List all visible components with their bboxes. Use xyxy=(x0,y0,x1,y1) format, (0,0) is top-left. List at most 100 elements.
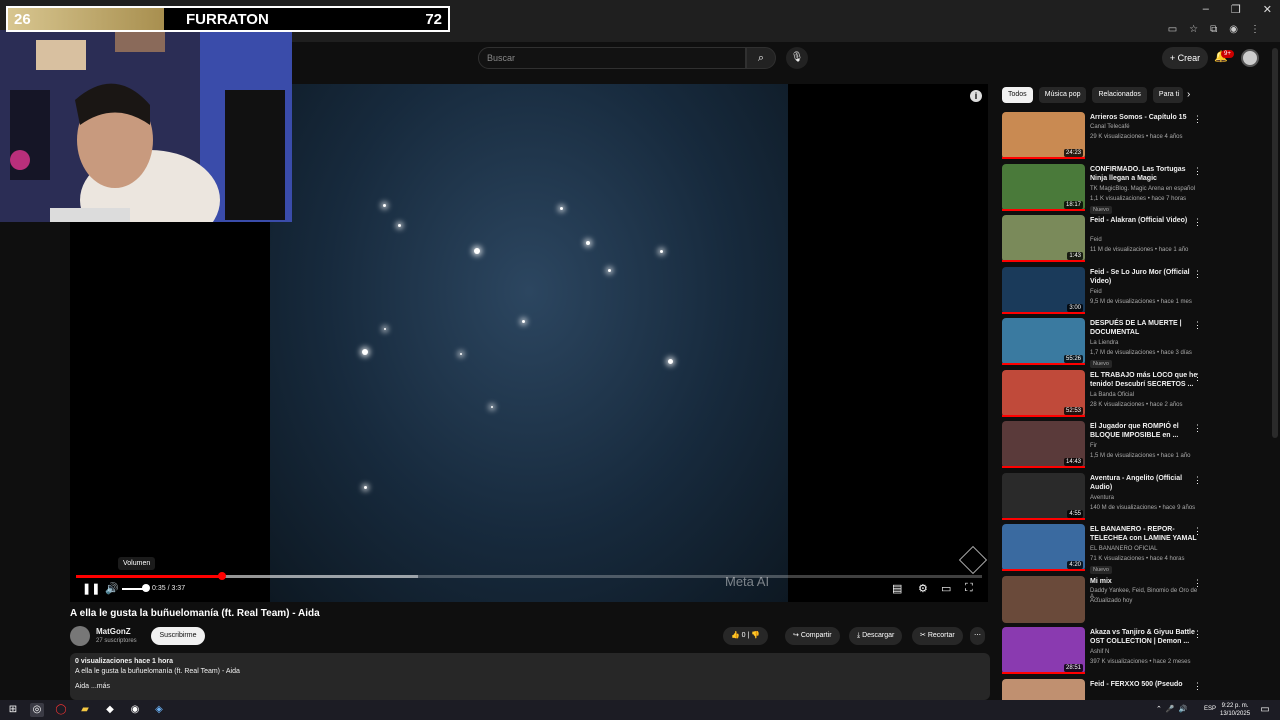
fullscreen-icon[interactable]: ⛶ xyxy=(965,582,973,595)
rec-channel[interactable]: Ashif N xyxy=(1090,649,1109,655)
language-indicator[interactable]: ESP xyxy=(1204,706,1216,712)
thumbnail[interactable]: 3:00 xyxy=(1002,266,1085,314)
list-item[interactable]: 18:17 CONFIRMADO. Las Tortugas Ninja lleg… xyxy=(1002,163,1206,216)
system-tray[interactable]: ⌃🎤🔊 xyxy=(1156,705,1191,713)
notifications-icon[interactable]: ▭ xyxy=(1258,703,1272,717)
gear-icon[interactable]: ⚙ xyxy=(918,582,928,595)
rec-title[interactable]: Mi mix xyxy=(1090,577,1198,586)
thumbnail[interactable]: 52:53 xyxy=(1002,369,1085,417)
subscribe-button[interactable]: Suscribirme xyxy=(151,627,205,645)
rec-channel[interactable]: Aventura xyxy=(1090,495,1114,501)
create-button[interactable]: + Crear xyxy=(1162,47,1208,69)
clip-button[interactable]: ✂ Recortar xyxy=(912,627,963,645)
rec-channel[interactable]: Feid xyxy=(1090,289,1102,295)
more-vert-icon[interactable]: ⋮ xyxy=(1193,269,1202,280)
thumbnail[interactable]: 4:55 xyxy=(1002,472,1085,520)
desc-more[interactable]: Aida ...más xyxy=(75,683,985,690)
more-vert-icon[interactable]: ⋮ xyxy=(1193,629,1202,640)
steam-taskbar-icon[interactable]: ◈ xyxy=(152,703,166,717)
rec-channel[interactable]: Canal Telecafé xyxy=(1090,124,1130,130)
thumbnail[interactable] xyxy=(1002,575,1085,623)
search-button[interactable]: ⌕ xyxy=(746,47,776,69)
rec-title[interactable]: Arrieros Somos - Capítulo 15 xyxy=(1090,113,1198,122)
list-item[interactable]: 24:23 Arrieros Somos - Capítulo 15 Canal T… xyxy=(1002,112,1206,164)
chip-todos[interactable]: Todos xyxy=(1002,87,1033,103)
browser-menu-icon[interactable]: ⋮ xyxy=(1250,24,1260,35)
more-vert-icon[interactable]: ⋮ xyxy=(1193,166,1202,177)
more-actions-button[interactable]: ⋯ xyxy=(970,627,985,645)
volume-knob[interactable] xyxy=(142,584,150,592)
rec-channel[interactable]: La Liendra xyxy=(1090,340,1118,346)
folder-taskbar-icon[interactable]: ▰ xyxy=(78,703,92,717)
chevron-right-icon[interactable]: › xyxy=(1187,89,1190,100)
progress-scrubber[interactable] xyxy=(217,572,226,580)
rec-title[interactable]: Feid - Se Lo Juro Mor (Official Video) xyxy=(1090,268,1198,286)
rec-channel[interactable]: Fir xyxy=(1090,443,1097,449)
rec-title[interactable]: Akaza vs Tanjiro & Giyuu Battle OST COLL… xyxy=(1090,628,1198,646)
thumbnail[interactable]: 14:43 xyxy=(1002,421,1085,468)
list-item[interactable]: 14:43 El Jugador que ROMPIÓ el BLOQUE IMP… xyxy=(1002,421,1206,473)
opera-taskbar-icon[interactable]: ◯ xyxy=(54,703,68,717)
extensions-icon[interactable]: ⧉ xyxy=(1210,24,1217,35)
rec-channel[interactable]: Feid xyxy=(1090,237,1102,243)
install-icon[interactable]: ▭ xyxy=(1168,24,1177,35)
thumbnail[interactable] xyxy=(1002,678,1085,700)
list-item[interactable]: 4:55 Aventura - Angelito (Official Audio)… xyxy=(1002,472,1206,525)
thumbnail[interactable]: 24:23 xyxy=(1002,112,1085,159)
search-input[interactable]: Buscar xyxy=(478,47,746,69)
bookmark-star-icon[interactable]: ☆ xyxy=(1189,24,1198,35)
rec-channel[interactable]: EL BANANERO OFICIAL xyxy=(1090,546,1157,552)
list-item[interactable]: 52:53 EL TRABAJO más LOCO que he tenido! … xyxy=(1002,369,1206,422)
page-scrollbar[interactable] xyxy=(1272,48,1278,438)
thumbnail[interactable]: 55:26 xyxy=(1002,318,1085,365)
rec-title[interactable]: Feid - Alakran (Official Video) xyxy=(1090,216,1198,225)
chip-para-ti[interactable]: Para ti xyxy=(1152,87,1183,103)
list-item[interactable]: 28:51 Akaza vs Tanjiro & Giyuu Battle OST… xyxy=(1002,627,1206,679)
list-item[interactable]: 3:00 Feid - Se Lo Juro Mor (Official Vide… xyxy=(1002,266,1206,319)
list-item[interactable]: Feid - FERXXO 500 (Pseudo ⋮ xyxy=(1002,678,1206,700)
obs-taskbar-icon[interactable]: ◉ xyxy=(128,703,142,717)
more-vert-icon[interactable]: ⋮ xyxy=(1193,114,1202,125)
more-vert-icon[interactable]: ⋮ xyxy=(1193,372,1202,383)
progress-bar[interactable] xyxy=(76,572,982,580)
channel-avatar[interactable] xyxy=(70,626,90,646)
info-icon[interactable]: i xyxy=(970,90,982,102)
thumbnail[interactable]: 1:43 xyxy=(1002,215,1085,262)
volume-icon[interactable]: 🔊 xyxy=(105,582,119,595)
list-item[interactable]: 4:20 EL BANANERO - REPOR-TELECHEA con LAM… xyxy=(1002,524,1206,576)
channel-name[interactable]: MatGonZ xyxy=(96,627,131,636)
list-item[interactable]: 1:43 Feid - Alakran (Official Video) Feid 1… xyxy=(1002,215,1206,267)
chrome-taskbar-icon[interactable]: ◎ xyxy=(30,703,44,717)
profile-icon[interactable]: ◉ xyxy=(1229,24,1238,35)
avatar[interactable] xyxy=(1241,49,1259,67)
chip-relacionados[interactable]: Relacionados xyxy=(1092,87,1147,103)
description-box[interactable]: 0 visualizaciones hace 1 hora A ella le … xyxy=(70,653,990,700)
list-item[interactable]: Mi mix Daddy Yankee, Feid, Binomio de Oro… xyxy=(1002,575,1206,628)
subtitles-icon[interactable]: ▤ xyxy=(892,582,902,595)
rec-title[interactable]: EL TRABAJO más LOCO que he tenido! Descu… xyxy=(1090,371,1198,389)
more-vert-icon[interactable]: ⋮ xyxy=(1193,320,1202,331)
rec-title[interactable]: Aventura - Angelito (Official Audio) xyxy=(1090,474,1198,492)
windows-start-icon[interactable]: ⊞ xyxy=(6,703,20,717)
more-vert-icon[interactable]: ⋮ xyxy=(1193,681,1202,692)
rec-title[interactable]: Feid - FERXXO 500 (Pseudo xyxy=(1090,680,1198,689)
maximize-icon[interactable]: ❐ xyxy=(1231,3,1241,16)
voice-search-button[interactable]: 🎙 xyxy=(786,47,808,69)
download-button[interactable]: ⤓ Descargar xyxy=(849,627,903,645)
more-vert-icon[interactable]: ⋮ xyxy=(1193,526,1202,537)
rec-channel[interactable]: TK MagicBlog. Magic Arena en español xyxy=(1090,186,1195,192)
share-button[interactable]: ↪ Compartir xyxy=(785,627,840,645)
rec-title[interactable]: CONFIRMADO. Las Tortugas Ninja llegan a … xyxy=(1090,165,1198,183)
thumbnail[interactable]: 4:20 xyxy=(1002,524,1085,571)
more-vert-icon[interactable]: ⋮ xyxy=(1193,475,1202,486)
clock[interactable]: 9:22 p. m. 13/10/2025 xyxy=(1220,702,1250,718)
rec-channel[interactable]: La Banda Oficial xyxy=(1090,392,1134,398)
thumbnail[interactable]: 28:51 xyxy=(1002,627,1085,674)
list-item[interactable]: 55:26 DESPUÉS DE LA MUERTE | DOCUMENTAL La… xyxy=(1002,318,1206,370)
minimize-icon[interactable]: – xyxy=(1203,3,1209,16)
app-taskbar-icon[interactable]: ◆ xyxy=(103,703,117,717)
chip-musica-pop[interactable]: Música pop xyxy=(1038,87,1087,103)
like-button[interactable]: 👍 0 | 👎 xyxy=(723,627,769,645)
close-icon[interactable]: ✕ xyxy=(1263,3,1272,16)
thumbnail[interactable]: 18:17 xyxy=(1002,163,1085,211)
